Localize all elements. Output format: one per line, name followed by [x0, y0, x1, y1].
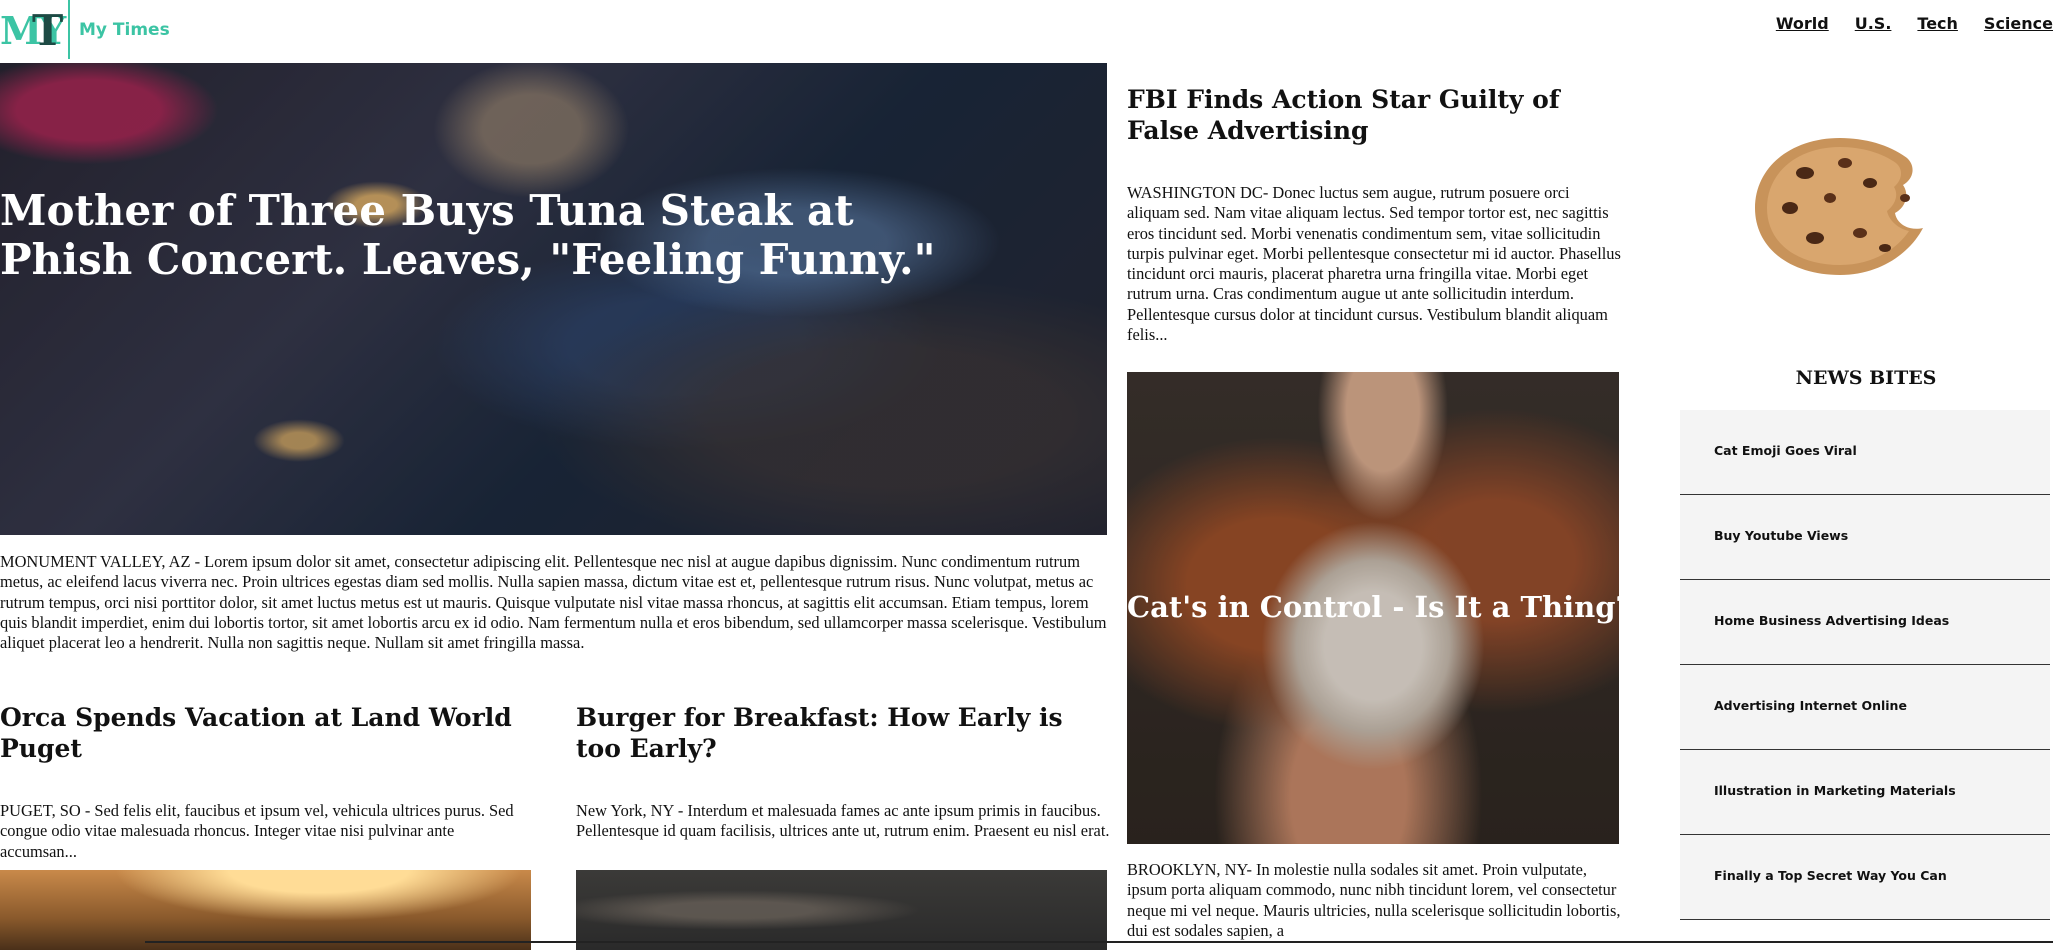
site-name[interactable]: My Times [79, 20, 170, 40]
news-bite-label: Cat Emoji Goes Viral [1714, 443, 1857, 458]
article-summary: New York, NY - Interdum et malesuada fam… [576, 801, 1110, 841]
nav-link-world[interactable]: World [1776, 14, 1829, 33]
news-bite-item[interactable]: Buy Youtube Views [1680, 495, 2050, 580]
news-bite-item[interactable]: Advertising Internet Online [1680, 665, 2050, 750]
article-image[interactable] [0, 870, 531, 950]
news-bite-item[interactable]: Cat Emoji Goes Viral [1680, 410, 2050, 495]
hero-headline[interactable]: Mother of Three Buys Tuna Steak at Phish… [0, 186, 960, 284]
news-bite-item[interactable]: Illustration in Marketing Materials [1680, 750, 2050, 835]
logo-letter-t: T [32, 6, 64, 55]
article-summary: WASHINGTON DC- Donec luctus sem augue, r… [1127, 183, 1621, 345]
feature-summary: BROOKLYN, NY- In molestie nulla sodales … [1127, 860, 1621, 940]
news-bites-heading: NEWS BITES [1795, 367, 1937, 389]
article-headline[interactable]: Orca Spends Vacation at Land World Puget [0, 702, 535, 764]
news-bite-item[interactable]: Finally a Top Secret Way You Can [1680, 835, 2050, 920]
main-nav: World U.S. Tech Science [1750, 14, 2053, 33]
article-image[interactable] [576, 870, 1107, 950]
hero-article-body: MONUMENT VALLEY, AZ - Lorem ipsum dolor … [0, 552, 1107, 653]
page-divider [145, 941, 2053, 943]
article-card: Orca Spends Vacation at Land World Puget… [0, 702, 535, 861]
article-summary: PUGET, SO - Sed felis elit, faucibus et … [0, 801, 514, 861]
nav-link-us[interactable]: U.S. [1855, 14, 1892, 33]
article-headline[interactable]: Burger for Breakfast: How Early is too E… [576, 702, 1111, 764]
news-bite-label: Buy Youtube Views [1714, 528, 1849, 543]
news-bite-label: Illustration in Marketing Materials [1714, 783, 1956, 798]
news-bites-list: Cat Emoji Goes Viral Buy Youtube Views H… [1680, 410, 2050, 920]
site-logo[interactable]: MY T [0, 6, 66, 58]
nav-link-tech[interactable]: Tech [1917, 14, 1958, 33]
news-bite-label: Home Business Advertising Ideas [1714, 613, 1950, 628]
news-bite-item[interactable]: Home Business Advertising Ideas [1680, 580, 2050, 665]
news-bite-label: Finally a Top Secret Way You Can [1714, 868, 1947, 883]
article-card: Burger for Breakfast: How Early is too E… [576, 702, 1111, 840]
nav-link-science[interactable]: Science [1984, 14, 2053, 33]
news-bite-label: Advertising Internet Online [1714, 698, 1907, 713]
feature-headline[interactable]: Cat's in Control - Is It a Thing? [1127, 589, 1633, 625]
article-headline[interactable]: FBI Finds Action Star Guilty of False Ad… [1127, 84, 1637, 146]
hero-image[interactable] [0, 63, 1107, 535]
logo-divider [68, 0, 70, 59]
cookie-icon[interactable] [1745, 133, 1935, 278]
